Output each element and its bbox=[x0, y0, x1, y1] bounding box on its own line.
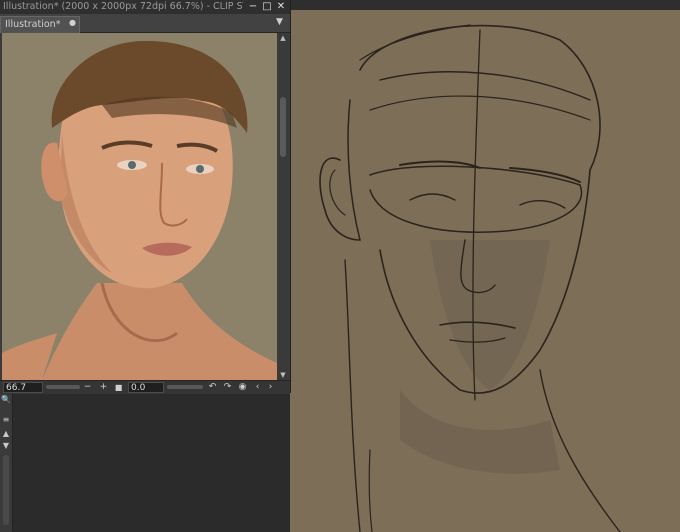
magnifier-icon[interactable]: 🔍 bbox=[1, 395, 11, 405]
tab-illustration[interactable]: Illustration* ● bbox=[0, 16, 80, 33]
rotation-slider[interactable] bbox=[167, 385, 203, 389]
maximize-button[interactable]: □ bbox=[260, 0, 274, 14]
rotate-left-icon[interactable]: ↶ bbox=[207, 381, 218, 394]
chevron-up-icon[interactable]: ▲ bbox=[1, 429, 11, 439]
rotation-input[interactable]: 0.0 bbox=[128, 382, 164, 393]
sketch-drawing bbox=[319, 24, 621, 532]
minimize-button[interactable]: − bbox=[246, 0, 260, 14]
close-button[interactable]: ✕ bbox=[274, 0, 288, 14]
window-titlebar[interactable]: Illustration* (2000 x 2000px 72dpi 66.7%… bbox=[0, 0, 290, 14]
rotate-right-icon[interactable]: ↷ bbox=[222, 381, 233, 394]
tab-bar: Illustration* ● ▼ bbox=[0, 14, 290, 33]
zoom-out-button[interactable]: − bbox=[82, 381, 93, 394]
portrait-image bbox=[2, 33, 277, 380]
window-title: Illustration* (2000 x 2000px 72dpi 66.7%… bbox=[3, 1, 243, 12]
navigator-controls: 66.7 − + ■ 0.0 ↶ ↷ ◉ ‹ › bbox=[0, 380, 290, 394]
fit-square-icon[interactable]: ■ bbox=[113, 381, 124, 394]
sub-view-window: Illustration* (2000 x 2000px 72dpi 66.7%… bbox=[0, 0, 291, 394]
tab-label: Illustration* bbox=[5, 19, 61, 30]
prev-icon[interactable]: ‹ bbox=[252, 381, 263, 394]
scroll-up-icon[interactable]: ▲ bbox=[277, 33, 289, 43]
zoom-slider[interactable] bbox=[46, 385, 80, 389]
main-canvas[interactable] bbox=[290, 0, 680, 532]
lower-tool-panel: 🔍 ≡ ▲ ▼ bbox=[0, 393, 290, 532]
zoom-input[interactable]: 66.7 bbox=[3, 382, 43, 393]
chevron-down-icon[interactable]: ▼ bbox=[276, 17, 283, 27]
panel-scrollbar[interactable] bbox=[3, 455, 9, 525]
canvas-top-strip bbox=[290, 0, 680, 10]
side-toolbar: 🔍 ≡ ▲ ▼ bbox=[0, 393, 13, 532]
vertical-scrollbar[interactable]: ▲ ▼ bbox=[277, 33, 289, 380]
reset-rotation-icon[interactable]: ◉ bbox=[237, 381, 248, 394]
tab-close-dot[interactable]: ● bbox=[69, 18, 76, 27]
list-icon[interactable]: ≡ bbox=[1, 415, 11, 425]
next-icon[interactable]: › bbox=[265, 381, 276, 394]
scroll-down-icon[interactable]: ▼ bbox=[277, 370, 289, 380]
scroll-thumb[interactable] bbox=[280, 97, 286, 157]
reference-photo[interactable] bbox=[2, 33, 277, 380]
zoom-in-button[interactable]: + bbox=[98, 381, 109, 394]
chevron-down-icon[interactable]: ▼ bbox=[1, 441, 11, 451]
